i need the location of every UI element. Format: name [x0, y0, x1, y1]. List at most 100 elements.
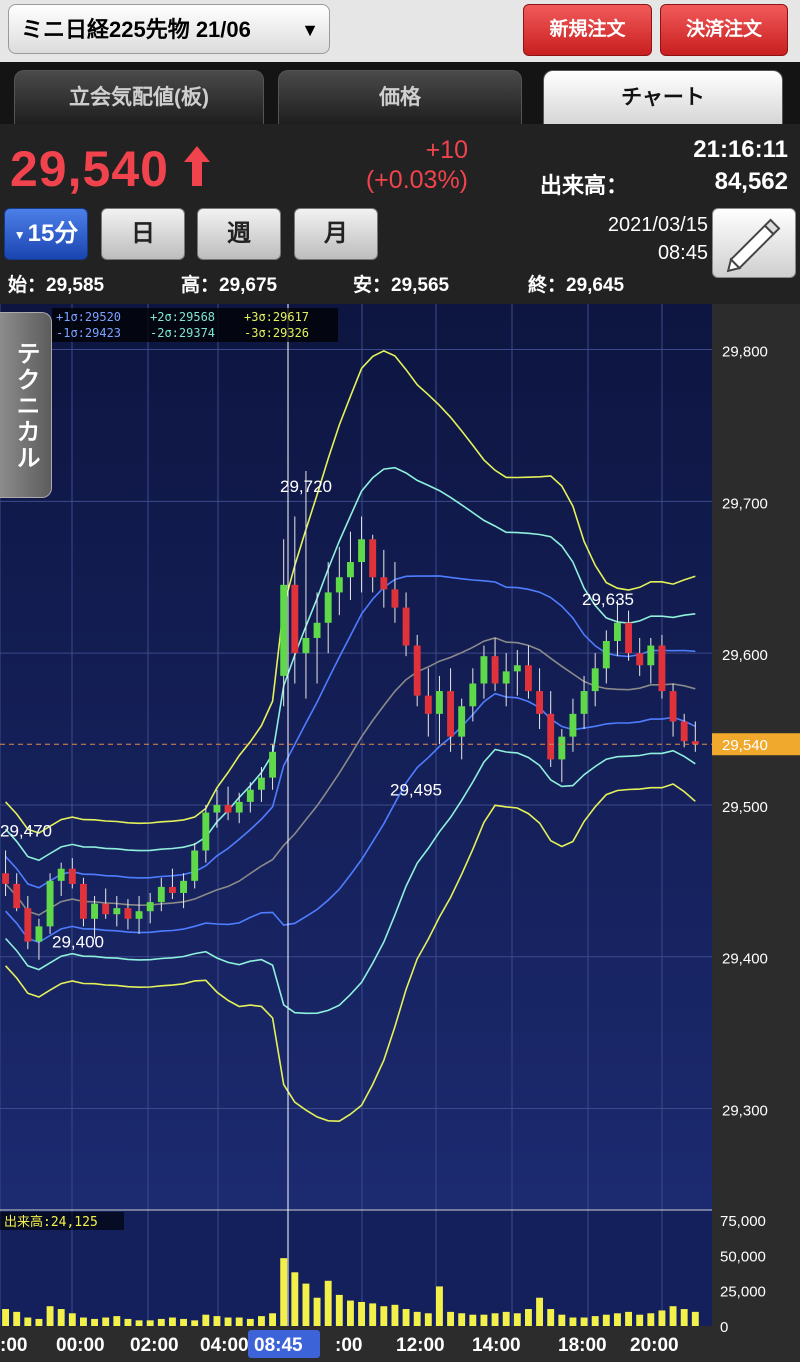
candle-body [369, 539, 377, 578]
chart-area[interactable]: 29,800 29,700 29,600 29,500 29,400 29,300 29,5… [0, 304, 800, 1362]
period-day-button[interactable]: 日 [101, 208, 185, 260]
candle-body [547, 713, 555, 760]
last-price: 29,540 [10, 141, 169, 197]
period-15min-label: 15分 [27, 220, 79, 247]
volume-label: 出来高： [540, 173, 629, 198]
period-month-button[interactable]: 月 [294, 208, 378, 260]
candle-body [213, 804, 221, 813]
candle-body [358, 539, 366, 563]
candle-body [636, 653, 644, 666]
candle-body [346, 562, 354, 578]
candle-body [35, 926, 43, 942]
price-annotation: 29,400 [52, 933, 104, 952]
tab-order-book[interactable]: 立会気配値(板) [14, 70, 264, 124]
volume-bar [558, 1314, 566, 1326]
candle-body [669, 691, 677, 722]
top-bar: ミニ日経225先物 21/06 ▼ 新規注文 決済注文 [0, 0, 800, 62]
y-tick-label: 29,600 [722, 647, 768, 664]
candle-body [180, 880, 188, 893]
candle-body [2, 873, 10, 884]
volume-bar [502, 1311, 510, 1326]
volume-label: 出来高:24,125 [4, 1214, 98, 1230]
up-arrow-icon [184, 146, 210, 186]
period-week-button[interactable]: 週 [197, 208, 281, 260]
volume-bar [224, 1317, 232, 1326]
volume-bar [680, 1309, 688, 1326]
period-15min-button[interactable]: ▼15分 [4, 208, 88, 260]
volume-bar [79, 1317, 87, 1326]
candle-body [491, 656, 499, 684]
volume-bar [625, 1311, 633, 1326]
settle-order-button[interactable]: 決済注文 [660, 4, 788, 56]
candle-body [124, 908, 132, 919]
candle-body [191, 850, 199, 881]
tab-chart[interactable]: チャート [543, 70, 783, 124]
candle-body [102, 903, 110, 915]
legend-item: +1σ:29520 [56, 310, 121, 324]
volume-bar [135, 1320, 143, 1326]
candle-body [302, 637, 310, 654]
price-plot-background [0, 304, 712, 1210]
volume-bar [569, 1317, 577, 1326]
volume-bar [458, 1313, 466, 1326]
volume-bar [302, 1283, 310, 1326]
volume-bar [35, 1318, 43, 1326]
x-tick-label: :00 [0, 1335, 27, 1356]
volume-bar [691, 1311, 699, 1326]
candle-body [13, 883, 21, 909]
candle-body [280, 584, 288, 676]
ohlc-low: 安：29,565 [353, 275, 450, 296]
draw-tool-button[interactable] [712, 208, 796, 278]
volume-bar [591, 1316, 599, 1326]
volume-bar [636, 1314, 644, 1326]
volume-bar [491, 1313, 499, 1326]
volume-bar [68, 1313, 76, 1326]
candle-body [79, 883, 87, 919]
x-tick-label: 14:00 [472, 1335, 521, 1356]
candle-body [146, 902, 154, 912]
volume-bar [580, 1317, 588, 1326]
volume-bar [269, 1313, 277, 1326]
candle-body [402, 607, 410, 646]
volume-bar [146, 1320, 154, 1326]
symbol-select[interactable]: ミニ日経225先物 21/06 ▼ [8, 4, 330, 54]
candle-body [113, 908, 121, 915]
candle-body [469, 683, 477, 707]
volume-bar [413, 1311, 421, 1326]
candle-body [613, 622, 621, 641]
candle-body [202, 812, 210, 851]
candle-body [458, 706, 466, 737]
y-tick-label: 29,400 [722, 951, 768, 968]
candle-body [435, 691, 443, 714]
pencil-icon [726, 218, 781, 273]
volume-bar [369, 1303, 377, 1326]
y-tick-label: 29,300 [722, 1103, 768, 1120]
candlestick-chart[interactable]: 29,800 29,700 29,600 29,500 29,400 29,300 29,5… [0, 304, 800, 1362]
quote-header: 29,540 +10 (+0.03%) 21:16:11 出来高： 84,562 [0, 124, 800, 206]
candle-body [68, 868, 76, 884]
price-change-percent: (+0.03%) [365, 166, 468, 194]
technical-indicator-tab[interactable]: テクニカル [0, 312, 52, 498]
candle-body [647, 645, 655, 666]
candle-body [257, 777, 265, 790]
candle-body [502, 671, 510, 684]
axis-background [712, 304, 800, 1362]
volume-bar [257, 1316, 265, 1326]
volume-bar [524, 1309, 532, 1326]
legend-item: +3σ:29617 [244, 310, 309, 324]
x-tick-label: :00 [335, 1335, 362, 1356]
candle-body [313, 622, 321, 638]
tab-price[interactable]: 価格 [278, 70, 522, 124]
new-order-button[interactable]: 新規注文 [523, 4, 652, 56]
candle-body [91, 903, 99, 919]
price-change: +10 [425, 136, 468, 164]
volume-bar [480, 1314, 488, 1326]
candle-body [524, 665, 532, 692]
candle-body [391, 589, 399, 608]
y-tick-label: 29,700 [722, 495, 768, 512]
volume-bar [547, 1309, 555, 1326]
candle-body [569, 713, 577, 737]
ohlc-close: 終：29,645 [528, 275, 625, 296]
symbol-label: ミニ日経225先物 21/06 [21, 17, 251, 42]
volume-bar [391, 1304, 399, 1326]
